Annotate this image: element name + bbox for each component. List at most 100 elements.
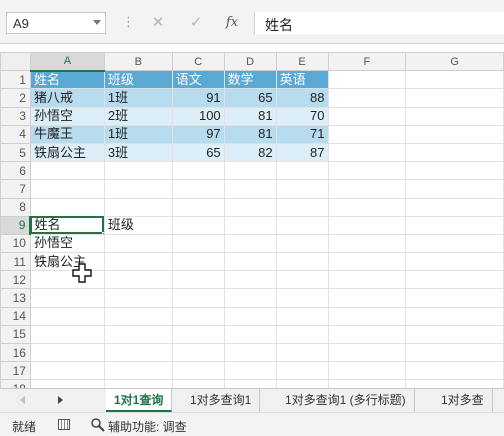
cell-f12[interactable]	[327, 270, 407, 290]
cell-f18[interactable]	[327, 379, 407, 388]
cell-g3[interactable]	[405, 106, 504, 126]
row-header[interactable]: 7	[0, 179, 31, 199]
row-header[interactable]: 5	[0, 142, 31, 163]
cell-b13[interactable]	[103, 288, 173, 308]
cell-g6[interactable]	[405, 161, 504, 181]
cell-e11[interactable]	[275, 252, 329, 272]
row-header[interactable]: 10	[0, 233, 31, 254]
row-header[interactable]: 1	[0, 70, 31, 90]
column-header-e[interactable]: E	[275, 52, 329, 72]
cell-c13[interactable]	[171, 288, 225, 308]
cell-f3[interactable]	[327, 106, 407, 126]
column-header-g[interactable]: G	[405, 52, 504, 72]
cell-b9[interactable]: 班级	[103, 215, 173, 235]
active-cell[interactable]: 姓名	[29, 215, 105, 235]
column-header-b[interactable]: B	[103, 52, 173, 72]
scroll-tabs-left-icon[interactable]	[20, 396, 25, 404]
cell-d18[interactable]	[223, 379, 277, 388]
cell-g2[interactable]	[405, 88, 504, 108]
macro-record-icon[interactable]	[58, 419, 70, 430]
cell-a11[interactable]: 铁扇公主	[29, 252, 105, 272]
cell-c17[interactable]	[171, 361, 225, 381]
cell-g17[interactable]	[405, 361, 504, 381]
cell-c1[interactable]: 语文	[171, 70, 225, 90]
cell-a4[interactable]: 牛魔王	[29, 124, 105, 144]
cell-b4[interactable]: 1班	[103, 124, 173, 144]
cell-g13[interactable]	[405, 288, 504, 308]
cell-b10[interactable]	[103, 233, 173, 254]
sheet-tab[interactable]: 1对多查	[433, 389, 493, 412]
cell-e9[interactable]	[275, 215, 329, 235]
cell-a10[interactable]: 孙悟空	[29, 233, 105, 254]
cell-b2[interactable]: 1班	[103, 88, 173, 108]
accessibility-status[interactable]: 辅助功能: 调查	[108, 418, 187, 435]
cell-g11[interactable]	[405, 252, 504, 272]
cell-c5[interactable]: 65	[171, 142, 225, 163]
cell-e6[interactable]	[275, 161, 329, 181]
worksheet-grid[interactable]: ABCDEFG 1 姓名 班级 语文 数学 英语 2 猪八戒 1班 91 65 88 3 孙悟空 2班 100…	[0, 52, 504, 388]
cell-c11[interactable]	[171, 252, 225, 272]
cell-g4[interactable]	[405, 124, 504, 144]
cell-e4[interactable]: 71	[275, 124, 329, 144]
cell-c16[interactable]	[171, 342, 225, 363]
cell-e1[interactable]: 英语	[275, 70, 329, 90]
cell-c2[interactable]: 91	[171, 88, 225, 108]
cell-a15[interactable]	[29, 324, 105, 345]
cell-b1[interactable]: 班级	[103, 70, 173, 90]
cell-f8[interactable]	[327, 197, 407, 217]
cell-g1[interactable]	[405, 70, 504, 90]
cell-g12[interactable]	[405, 270, 504, 290]
row-header[interactable]: 17	[0, 361, 31, 381]
cell-d6[interactable]	[223, 161, 277, 181]
row-header[interactable]: 11	[0, 252, 31, 272]
cell-f16[interactable]	[327, 342, 407, 363]
cell-e14[interactable]	[275, 306, 329, 326]
cell-a6[interactable]	[29, 161, 105, 181]
row-header[interactable]: 3	[0, 106, 31, 126]
cell-b6[interactable]	[103, 161, 173, 181]
cell-d11[interactable]	[223, 252, 277, 272]
cell-e7[interactable]	[275, 179, 329, 199]
cell-a12[interactable]	[29, 270, 105, 290]
insert-function-icon[interactable]: fx	[220, 13, 244, 33]
cell-g18[interactable]	[405, 379, 504, 388]
cell-e5[interactable]: 87	[275, 142, 329, 163]
sheet-tab[interactable]: 1对多查询1 (多行标题)	[277, 389, 415, 412]
cell-e18[interactable]	[275, 379, 329, 388]
row-header[interactable]: 16	[0, 342, 31, 363]
enter-check-icon[interactable]: ✓	[184, 13, 208, 33]
cell-a17[interactable]	[29, 361, 105, 381]
cell-f2[interactable]	[327, 88, 407, 108]
cell-b11[interactable]	[103, 252, 173, 272]
cell-e10[interactable]	[275, 233, 329, 254]
cell-d12[interactable]	[223, 270, 277, 290]
cell-c10[interactable]	[171, 233, 225, 254]
cell-e8[interactable]	[275, 197, 329, 217]
cell-c18[interactable]	[171, 379, 225, 388]
cell-b3[interactable]: 2班	[103, 106, 173, 126]
name-box[interactable]: A9	[6, 12, 106, 34]
cell-b16[interactable]	[103, 342, 173, 363]
cell-c14[interactable]	[171, 306, 225, 326]
cell-a1[interactable]: 姓名	[29, 70, 105, 90]
cell-c7[interactable]	[171, 179, 225, 199]
column-header-f[interactable]: F	[327, 52, 407, 72]
row-header[interactable]: 18	[0, 379, 31, 388]
cell-c12[interactable]	[171, 270, 225, 290]
scroll-tabs-right-icon[interactable]	[58, 396, 63, 404]
cell-g15[interactable]	[405, 324, 504, 345]
cell-f7[interactable]	[327, 179, 407, 199]
cell-d13[interactable]	[223, 288, 277, 308]
cell-e13[interactable]	[275, 288, 329, 308]
cell-g5[interactable]	[405, 142, 504, 163]
row-header[interactable]: 2	[0, 88, 31, 108]
cell-b17[interactable]	[103, 361, 173, 381]
cell-g7[interactable]	[405, 179, 504, 199]
cell-f1[interactable]	[327, 70, 407, 90]
cell-d5[interactable]: 82	[223, 142, 277, 163]
column-header-d[interactable]: D	[223, 52, 277, 72]
cell-b8[interactable]	[103, 197, 173, 217]
cell-b7[interactable]	[103, 179, 173, 199]
cell-d1[interactable]: 数学	[223, 70, 277, 90]
cell-f4[interactable]	[327, 124, 407, 144]
